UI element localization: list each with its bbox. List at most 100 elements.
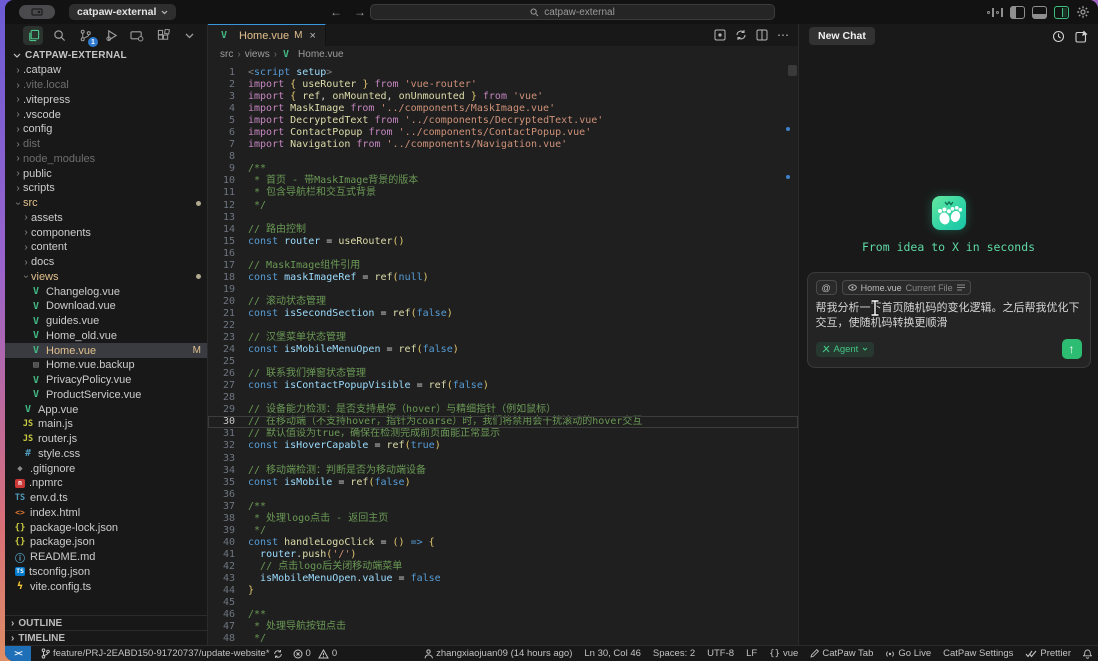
code-line-7[interactable]: 7import Navigation from '../components/N… xyxy=(208,139,798,151)
tree-item-vite-config-ts[interactable]: ϟvite.config.ts xyxy=(5,579,207,594)
window-controls-pill[interactable] xyxy=(19,5,55,19)
code-line-3[interactable]: 3import { ref, onMounted, onUnmounted } … xyxy=(208,91,798,103)
code-line-12[interactable]: 12 */ xyxy=(208,200,798,212)
status-prettier[interactable]: Prettier xyxy=(1025,648,1071,659)
code-line-17[interactable]: 17// MaskImage组件引用 xyxy=(208,260,798,272)
code-line-19[interactable]: 19 xyxy=(208,284,798,296)
code-line-16[interactable]: 16 xyxy=(208,248,798,260)
code-line-22[interactable]: 22 xyxy=(208,320,798,332)
tree-item--catpaw[interactable]: ›.catpaw xyxy=(5,63,207,78)
more-actions-icon[interactable]: ⋯ xyxy=(777,28,790,42)
code-line-8[interactable]: 8 xyxy=(208,151,798,163)
tree-item-home-old-vue[interactable]: VHome_old.vue xyxy=(5,329,207,344)
tree-item-style-css[interactable]: #style.css xyxy=(5,447,207,462)
code-line-30[interactable]: 30// 在移动端（不支持hover，指针为coarse）时，我们将禁用会干扰滚… xyxy=(208,416,798,428)
code-line-46[interactable]: 46/** xyxy=(208,609,798,621)
tree-item-scripts[interactable]: ›scripts xyxy=(5,181,207,196)
breadcrumb[interactable]: src › views › V Home.vue xyxy=(208,46,798,63)
status-lf[interactable]: LF xyxy=(746,648,757,659)
tree-item-views[interactable]: ›views xyxy=(5,270,207,285)
breadcrumb-views[interactable]: views xyxy=(245,49,270,60)
code-line-11[interactable]: 11 * 包含导航栏和交互式背景 xyxy=(208,187,798,199)
search-view-icon[interactable] xyxy=(49,26,69,45)
code-line-34[interactable]: 34// 移动端检测：判断是否为移动端设备 xyxy=(208,465,798,477)
code-line-4[interactable]: 4import MaskImage from '../components/Ma… xyxy=(208,103,798,115)
code-line-27[interactable]: 27const isContactPopupVisible = ref(fals… xyxy=(208,380,798,392)
status-vue[interactable]: {}vue xyxy=(769,648,798,659)
tree-item--vscode[interactable]: ›.vscode xyxy=(5,107,207,122)
agent-mode-selector[interactable]: Agent xyxy=(816,342,875,357)
toggle-panel-icon[interactable] xyxy=(1032,6,1047,19)
add-context-button[interactable]: @ xyxy=(816,280,837,295)
tree-item-privacypolicy-vue[interactable]: VPrivacyPolicy.vue xyxy=(5,373,207,388)
tab-home-vue[interactable]: V Home.vue M × xyxy=(208,24,326,46)
tree-item-env-d-ts[interactable]: TSenv.d.ts xyxy=(5,491,207,506)
code-editor[interactable]: 1<script setup>2import { useRouter } fro… xyxy=(208,63,798,645)
chat-input-text[interactable]: 帮我分析一下首页随机码的变化逻辑。之后帮我优化下交互，使随机码转换更顺滑 xyxy=(816,301,1082,331)
tree-item-index-html[interactable]: <>index.html xyxy=(5,506,207,521)
code-line-20[interactable]: 20// 滚动状态管理 xyxy=(208,296,798,308)
code-line-13[interactable]: 13 xyxy=(208,212,798,224)
customize-layout-icon[interactable] xyxy=(987,8,1003,17)
tree-item-src[interactable]: ›src xyxy=(5,196,207,211)
tree-item-docs[interactable]: ›docs xyxy=(5,255,207,270)
status-go-live[interactable]: Go Live xyxy=(885,648,931,659)
code-line-5[interactable]: 5import DecryptedText from '../component… xyxy=(208,115,798,127)
status-catpaw-settings[interactable]: CatPaw Settings xyxy=(943,648,1013,659)
tree-item-home-vue-backup[interactable]: ▤Home.vue.backup xyxy=(5,358,207,373)
tree-item-node-modules[interactable]: ›node_modules xyxy=(5,152,207,167)
code-line-40[interactable]: 40const handleLogoClick = () => { xyxy=(208,537,798,549)
status-catpaw-tab[interactable]: CatPaw Tab xyxy=(810,648,873,659)
catpaw-sync-icon[interactable] xyxy=(735,29,747,41)
status-zhangxiaojuan09-14-hours-ago-[interactable]: zhangxiaojuan09 (14 hours ago) xyxy=(424,648,572,659)
code-line-9[interactable]: 9/** xyxy=(208,163,798,175)
toggle-primary-sidebar-icon[interactable] xyxy=(1010,6,1025,19)
code-line-35[interactable]: 35const isMobile = ref(false) xyxy=(208,477,798,489)
tab-close-icon[interactable]: × xyxy=(309,30,315,42)
code-line-36[interactable]: 36 xyxy=(208,489,798,501)
status-bell-button[interactable] xyxy=(1083,649,1092,659)
code-line-28[interactable]: 28 xyxy=(208,392,798,404)
chat-history-icon[interactable] xyxy=(1052,30,1065,43)
run-debug-icon[interactable] xyxy=(101,26,121,45)
tree-item-package-json[interactable]: {}package.json xyxy=(5,535,207,550)
tree-item-assets[interactable]: ›assets xyxy=(5,211,207,226)
code-line-32[interactable]: 32const isHoverCapable = ref(true) xyxy=(208,440,798,452)
tree-item-package-lock-json[interactable]: {}package-lock.json xyxy=(5,520,207,535)
code-line-18[interactable]: 18const maskImageRef = ref(null) xyxy=(208,272,798,284)
tree-item-content[interactable]: ›content xyxy=(5,240,207,255)
current-file-chip[interactable]: Home.vue Current File xyxy=(842,280,971,295)
status-utf-8[interactable]: UTF-8 xyxy=(707,648,734,659)
code-line-10[interactable]: 10 * 首页 - 带MaskImage背景的版本 xyxy=(208,175,798,187)
command-center-search[interactable]: catpaw-external xyxy=(370,4,775,20)
tree-item-readme-md[interactable]: ⓘREADME.md xyxy=(5,550,207,565)
code-line-14[interactable]: 14// 路由控制 xyxy=(208,224,798,236)
new-chat-compose-icon[interactable] xyxy=(1075,30,1088,43)
code-line-42[interactable]: 42 // 点击logo后关闭移动端菜单 xyxy=(208,561,798,573)
settings-gear-icon[interactable] xyxy=(1076,5,1090,19)
more-views-chevron-icon[interactable] xyxy=(179,26,199,45)
tree-item-components[interactable]: ›components xyxy=(5,225,207,240)
open-changes-icon[interactable] xyxy=(714,29,726,41)
nav-forward-button[interactable]: → xyxy=(354,5,366,19)
tree-item-guides-vue[interactable]: Vguides.vue xyxy=(5,314,207,329)
explorer-icon[interactable] xyxy=(23,26,43,45)
nav-back-button[interactable]: ← xyxy=(330,5,342,19)
new-chat-tab[interactable]: New Chat xyxy=(809,27,875,45)
tree-item-changelog-vue[interactable]: VChangelog.vue xyxy=(5,284,207,299)
code-line-25[interactable]: 25 xyxy=(208,356,798,368)
project-switcher[interactable]: catpaw-external xyxy=(69,4,176,20)
code-line-38[interactable]: 38 * 处理logo点击 - 返回主页 xyxy=(208,513,798,525)
code-line-23[interactable]: 23// 汉堡菜单状态管理 xyxy=(208,332,798,344)
remote-explorer-icon[interactable] xyxy=(127,26,147,45)
tree-item-config[interactable]: ›config xyxy=(5,122,207,137)
status-spaces-2[interactable]: Spaces: 2 xyxy=(653,648,695,659)
code-line-24[interactable]: 24const isMobileMenuOpen = ref(false) xyxy=(208,344,798,356)
explorer-section-header[interactable]: CATPAW-EXTERNAL xyxy=(5,47,207,63)
code-line-26[interactable]: 26// 联系我们弹窗状态管理 xyxy=(208,368,798,380)
tree-item--vitepress[interactable]: ›.vitepress xyxy=(5,93,207,108)
code-line-41[interactable]: 41 router.push('/') xyxy=(208,549,798,561)
editor-scrollbar-thumb[interactable] xyxy=(788,65,797,76)
outline-section[interactable]: › OUTLINE xyxy=(5,615,207,630)
code-line-47[interactable]: 47 * 处理导航按钮点击 xyxy=(208,621,798,633)
